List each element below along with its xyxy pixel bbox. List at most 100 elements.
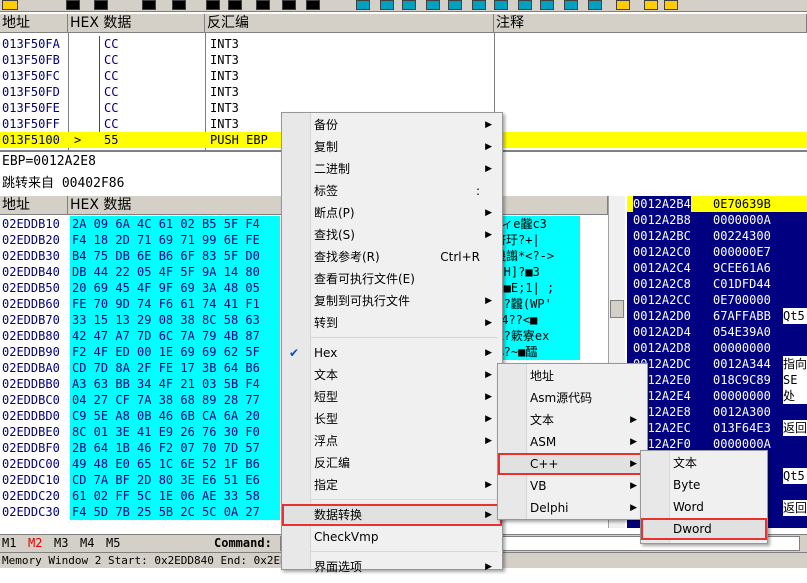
stack-row[interactable]: 0012A2E0 018C9C89 SE处 [627, 372, 807, 404]
context-menu-item[interactable]: 指定 ▶ [282, 474, 502, 496]
stack-address: 0012A2D0 [633, 309, 691, 323]
context-menu-item[interactable]: 查看可执行文件(E) [282, 268, 502, 290]
cpp-item[interactable]: Word [641, 496, 767, 518]
cpp-item[interactable]: 文本 [641, 452, 767, 474]
info-jump-from: 跳转来自 00402F86 [2, 176, 125, 191]
submenu-arrow-icon: ▶ [485, 208, 492, 218]
close-icon[interactable] [94, 0, 108, 10]
disasm-header-comment[interactable]: 注释 [494, 14, 807, 33]
dump-scroll-thumb[interactable] [610, 300, 624, 318]
stack-row[interactable]: 0012A2C8 C01DFD44 [627, 276, 807, 292]
disasm-header-disassembly[interactable]: 反汇编 [205, 14, 494, 33]
disasm-row[interactable]: 013F50FB CC INT3 [0, 52, 807, 68]
stack-row[interactable]: 0012A2BC 00224300 [627, 228, 807, 244]
grid-icon[interactable] [644, 0, 658, 10]
windows-icon[interactable] [472, 0, 486, 10]
data-convert-item[interactable]: 文本 ▶ [498, 409, 647, 431]
help-icon[interactable] [664, 0, 678, 10]
tab-m5[interactable]: M5 [106, 536, 120, 550]
data-convert-item[interactable]: ASM ▶ [498, 431, 647, 453]
cpp-item[interactable]: Dword [641, 518, 767, 540]
data-convert-item[interactable]: VB ▶ [498, 475, 647, 497]
dump-address: 02EDDC20 [2, 489, 60, 503]
context-menu-item[interactable]: 界面选项 ▶ [282, 556, 502, 578]
context-menu-item[interactable]: 断点(P) ▶ [282, 202, 502, 224]
submenu-arrow-icon: ▶ [630, 415, 637, 425]
stack-row[interactable]: 0012A2B4 0E70639B [627, 196, 807, 212]
submenu-arrow-icon: ▶ [485, 436, 492, 446]
dump-address: 02EDDBB0 [2, 377, 60, 391]
data-convert-item[interactable]: Delphi ▶ [498, 497, 647, 519]
stack-row[interactable]: 0012A2CC 0E700000 [627, 292, 807, 308]
context-menu-item-label: 标签 [314, 184, 339, 198]
breakpoints-icon[interactable] [588, 0, 602, 10]
context-menu-item[interactable]: 查找参考(R) Ctrl+R [282, 246, 502, 268]
tab-m3[interactable]: M3 [54, 536, 68, 550]
threads-icon[interactable] [448, 0, 462, 10]
stack-row[interactable]: 0012A2C4 9CEE61A6 [627, 260, 807, 276]
stack-row[interactable]: 0012A2D0 67AFFABB Qt5 [627, 308, 807, 324]
rewind-icon[interactable] [66, 0, 80, 10]
cpp-item[interactable]: Byte [641, 474, 767, 496]
options-icon[interactable] [616, 0, 630, 10]
memory-map-icon[interactable] [426, 0, 440, 10]
step-into-icon[interactable] [206, 0, 220, 10]
dump-header-address[interactable]: 地址 [0, 196, 68, 215]
executable-modules-icon[interactable] [402, 0, 416, 10]
execute-till-return-icon[interactable] [306, 0, 320, 10]
stack-row[interactable]: 0012A2EC 013F64E3 返回 [627, 420, 807, 436]
disasm-header-hex[interactable]: HEX 数据 [68, 14, 205, 33]
stack-row[interactable]: 0012A2E8 0012A300 [627, 404, 807, 420]
stack-row[interactable]: 0012A2D8 00000000 [627, 340, 807, 356]
disasm-row[interactable]: 013F50FC CC INT3 [0, 68, 807, 84]
context-menu-item[interactable]: CheckVmp [282, 526, 502, 548]
step-over-icon[interactable] [228, 0, 242, 10]
stack-row[interactable]: 0012A2C0 000000E7 [627, 244, 807, 260]
tab-m2[interactable]: M2 [28, 536, 42, 550]
context-menu-item[interactable]: 查找(S) ▶ [282, 224, 502, 246]
data-convert-item[interactable]: 地址 [498, 365, 647, 387]
patches-icon[interactable] [540, 0, 554, 10]
data-convert-item[interactable]: C++ ▶ [498, 453, 647, 475]
context-menu-item[interactable]: 长型 ▶ [282, 408, 502, 430]
disasm-instruction: INT3 [210, 69, 239, 83]
go-to-address-icon[interactable] [356, 0, 370, 10]
tab-m1[interactable]: M1 [2, 536, 16, 550]
trace-into-icon[interactable] [256, 0, 270, 10]
dump-address: 02EDDBE0 [2, 425, 60, 439]
log-window-icon[interactable] [380, 0, 394, 10]
trace-over-icon[interactable] [282, 0, 296, 10]
context-menu-item[interactable]: 标签: [282, 180, 502, 202]
stack-row[interactable]: 0012A2E4 00000000 [627, 388, 807, 404]
stack-row[interactable]: 0012A2DC 0012A344 指向 [627, 356, 807, 372]
context-menu-item[interactable]: 复制到可执行文件 ▶ [282, 290, 502, 312]
context-menu-item[interactable]: 反汇编 [282, 452, 502, 474]
data-convert-item[interactable]: Asm源代码 [498, 387, 647, 409]
submenu-arrow-icon: ▶ [485, 318, 492, 328]
disasm-row[interactable]: 013F50FD CC INT3 [0, 84, 807, 100]
open-icon[interactable] [2, 0, 18, 10]
stack-value: 000000E7 [713, 245, 771, 259]
context-menu-item[interactable]: 数据转换 ▶ [282, 504, 502, 526]
play-icon[interactable] [142, 0, 156, 10]
context-menu-item[interactable]: 短型 ▶ [282, 386, 502, 408]
cpu-icon[interactable] [518, 0, 532, 10]
dump-hex-bytes: F4 5D 7B 25 5B 2C 5C 0A 27 [70, 504, 280, 520]
stack-row[interactable]: 0012A2D4 054E39A0 [627, 324, 807, 340]
submenu-arrow-icon: ▶ [485, 230, 492, 240]
context-menu-item[interactable]: 转到 ▶ [282, 312, 502, 334]
dump-address: 02EDDB10 [2, 217, 60, 231]
context-menu-item[interactable]: 二进制 ▶ [282, 158, 502, 180]
handles-icon[interactable] [494, 0, 508, 10]
context-menu-item[interactable]: 文本 ▶ [282, 364, 502, 386]
context-menu-item[interactable]: 浮点 ▶ [282, 430, 502, 452]
context-menu-item[interactable]: 复制 ▶ [282, 136, 502, 158]
context-menu-item[interactable]: ✔ Hex ▶ [282, 342, 502, 364]
pause-icon[interactable] [172, 0, 186, 10]
disasm-header-address[interactable]: 地址 [0, 14, 68, 33]
call-stack-icon[interactable] [564, 0, 578, 10]
context-menu-item[interactable]: 备份 ▶ [282, 114, 502, 136]
tab-m4[interactable]: M4 [80, 536, 94, 550]
disasm-row[interactable]: 013F50FA CC INT3 [0, 36, 807, 52]
stack-row[interactable]: 0012A2B8 0000000A [627, 212, 807, 228]
